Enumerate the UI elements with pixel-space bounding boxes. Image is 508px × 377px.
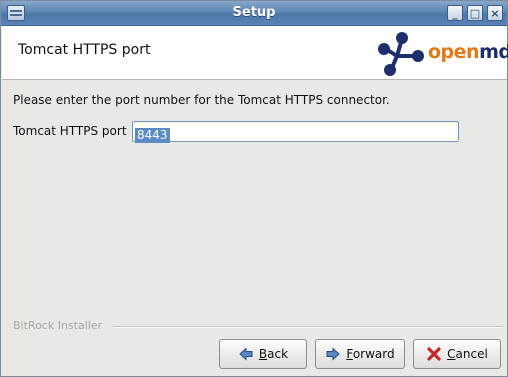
- footer-divider: [113, 326, 503, 328]
- arrow-right-icon: [326, 347, 341, 361]
- setup-window: Setup _ □ × Tomcat HTTPS port openmdx Pl…: [0, 0, 508, 377]
- red-x-icon: [427, 347, 441, 361]
- https-port-value: 8443: [135, 128, 170, 143]
- installer-brand: BitRock Installer: [13, 319, 103, 332]
- https-port-label: Tomcat HTTPS port: [13, 124, 127, 138]
- cancel-button[interactable]: Cancel: [413, 339, 501, 369]
- back-button[interactable]: Back: [219, 339, 307, 369]
- minimize-icon[interactable]: _: [447, 5, 463, 21]
- page-header: Tomcat HTTPS port openmdx: [2, 26, 508, 80]
- close-icon[interactable]: ×: [487, 5, 503, 21]
- arrow-left-icon: [239, 347, 253, 361]
- title-bar[interactable]: Setup _ □ ×: [1, 1, 507, 26]
- cancel-label: Cancel: [447, 347, 488, 361]
- openmdx-logo: openmdx: [375, 30, 508, 78]
- logo-wordmark: openmdx: [428, 41, 508, 63]
- instruction-text: Please enter the port number for the Tom…: [13, 93, 390, 107]
- forward-button[interactable]: Forward: [315, 339, 405, 369]
- network-nodes-logo-icon: [378, 32, 424, 76]
- page-title: Tomcat HTTPS port: [18, 42, 151, 58]
- window-title: Setup: [232, 5, 276, 20]
- back-label: Back: [258, 347, 289, 361]
- https-port-input[interactable]: 8443: [132, 121, 459, 143]
- maximize-icon[interactable]: □: [467, 5, 483, 21]
- forward-label: Forward: [346, 347, 395, 361]
